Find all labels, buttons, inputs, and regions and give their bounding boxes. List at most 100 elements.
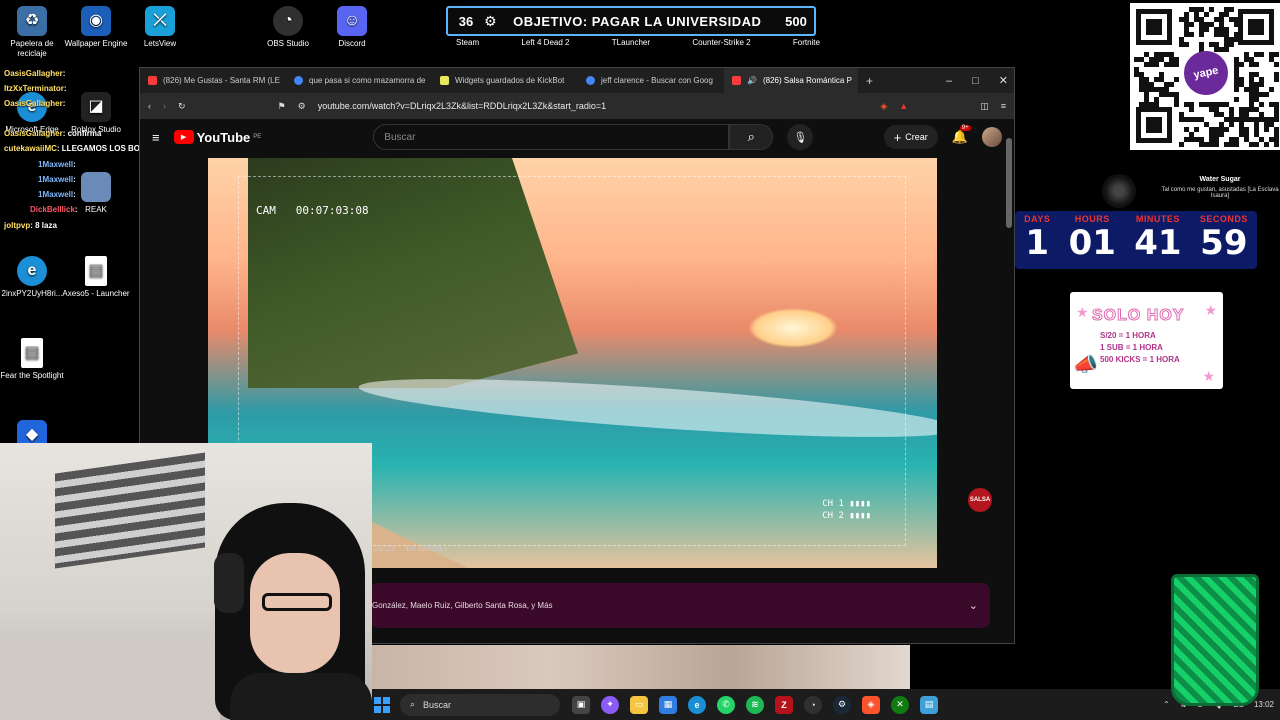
obs-icon[interactable]: ◔: [804, 695, 822, 714]
bookmark-icon[interactable]: ⚑: [278, 101, 286, 112]
search-icon[interactable]: ⌕: [729, 124, 774, 150]
page-scrollbar[interactable]: [1006, 138, 1012, 228]
search-icon: ⌕: [410, 699, 416, 709]
cup-overlay: [1171, 574, 1259, 706]
rewards-icon[interactable]: ▲: [899, 101, 908, 111]
taskbar-search[interactable]: ⌕ Buscar: [400, 693, 560, 716]
desktop-icon-recycle-bin[interactable]: ♻ Papelera de reciclaje: [0, 4, 68, 59]
back-icon[interactable]: ‹: [148, 101, 151, 111]
taskbar-apps: ▣ ✦ ▭ ▦ e ✆ ≋ Z ◔ ⚙ ◈ ✕ ▤: [572, 695, 938, 714]
desktop-icon-edge-shortcut[interactable]: e 2inxPY2UyH8ri...: [0, 254, 68, 299]
tab-jeff-clarence[interactable]: jeff clarence - Buscar con Goog: [578, 68, 724, 93]
brave-shield-icon[interactable]: ◈: [880, 101, 887, 112]
filezilla-icon[interactable]: Z: [775, 695, 793, 714]
windows-start-icon[interactable]: [374, 696, 390, 713]
playlist-text: González, Maelo Ruiz, Gilberto Santa Ros…: [372, 601, 553, 610]
microphone-icon[interactable]: 🎙: [787, 124, 814, 150]
maximize-button[interactable]: □: [972, 75, 979, 87]
desktop-icon-wallpaper-engine[interactable]: ◉ Wallpaper Engine: [60, 4, 132, 49]
qr-module: [1264, 142, 1269, 147]
pinned-steam[interactable]: Steam: [456, 38, 479, 47]
solo-hoy-card: ★ ★ ★ SOLO HOY S/20 = 1 HORA 1 SUB = 1 H…: [1070, 292, 1223, 389]
video-controls[interactable]: 1:31:13 En directo ›: [368, 544, 447, 553]
countdown-minutes: MINUTES 41: [1134, 214, 1182, 263]
file-explorer-icon[interactable]: ▭: [630, 695, 648, 714]
qr-finder-core: [1146, 117, 1162, 133]
roblox-studio-icon: ◪: [81, 92, 111, 122]
tab-salsa-romantica[interactable]: 🔊(826) Salsa Romántica P✕: [724, 68, 858, 93]
chat-line: OasisGallagher:: [4, 99, 66, 108]
extensions-icon[interactable]: ◫: [980, 101, 989, 112]
notifications-bell-icon[interactable]: 🔔 9+: [952, 125, 971, 145]
desktop-icon-axeso5[interactable]: ▤ Axeso5 - Launcher: [60, 254, 132, 299]
steam-icon: ⚙: [484, 12, 497, 29]
tab-kickbot[interactable]: Widgets guardados de KickBot: [432, 68, 578, 93]
notepad-icon[interactable]: ▤: [920, 695, 938, 714]
qr-module: [1189, 107, 1194, 112]
tab-mazamorra[interactable]: que pasa si como mazamorra de: [286, 68, 432, 93]
desktop-icon-fear-spotlight[interactable]: ▤ Fear the Spotlight: [0, 336, 68, 381]
qr-finder-core: [1146, 19, 1162, 35]
site-info-icon[interactable]: ⚙: [298, 101, 306, 112]
salsa-channel-badge[interactable]: SALSA: [968, 488, 992, 512]
forward-icon[interactable]: ›: [163, 101, 166, 111]
qr-module: [1174, 102, 1179, 107]
chevron-up-icon[interactable]: ⌃: [1163, 700, 1170, 709]
youtube-search-input[interactable]: Buscar: [373, 124, 730, 150]
countdown-days: DAYS 1: [1024, 214, 1051, 263]
qr-module: [1274, 117, 1279, 122]
reload-icon[interactable]: ↻: [178, 101, 186, 112]
url-field[interactable]: youtube.com/watch?v=DLriqx2L3Zk&list=RDD…: [318, 101, 869, 111]
pinned-cs2[interactable]: Counter-Strike 2: [692, 38, 750, 47]
chat-line: 1Maxwell:: [38, 190, 76, 199]
brave-icon[interactable]: ◈: [862, 695, 880, 714]
store-icon[interactable]: ▦: [659, 695, 677, 714]
menu-icon[interactable]: ≡: [1001, 101, 1006, 111]
new-tab-button[interactable]: +: [866, 74, 873, 88]
desktop-icon-letsview[interactable]: ⤫ LetsView: [124, 4, 196, 49]
pinned-l4d2[interactable]: Left 4 Dead 2: [521, 38, 569, 47]
notification-badge: 9+: [959, 125, 971, 131]
song-title: Water Sugar: [1199, 176, 1241, 183]
pinned-tlauncher[interactable]: TLauncher: [612, 38, 650, 47]
desktop-icon-discord[interactable]: ☺ Discord: [316, 4, 388, 49]
tab-me-gustas[interactable]: (826) Me Gustas - Santa RM (LE: [140, 68, 286, 93]
cam-overlay: CAM 00:07:03:08: [256, 204, 369, 217]
task-view-icon[interactable]: ▣: [572, 695, 590, 714]
chat-line: 1Maxwell:: [38, 160, 76, 169]
desktop-icon-label: Axeso5 - Launcher: [62, 289, 130, 298]
qr-module: [1274, 52, 1279, 57]
avatar[interactable]: [982, 127, 1002, 147]
qr-module: [1184, 42, 1189, 47]
stream-goal-bar: 36 ⚙ OBJETIVO: PAGAR LA UNIVERSIDAD 500: [446, 6, 816, 36]
desktop-icon-label: Discord: [338, 39, 366, 48]
qr-module: [1229, 122, 1234, 127]
playlist-panel[interactable]: González, Maelo Ruiz, Gilberto Santa Ros…: [370, 583, 990, 628]
obs-icon: ◔: [273, 6, 303, 36]
desktop-icon-label: Fear the Spotlight: [0, 371, 64, 380]
kickbot-favicon-icon: [440, 76, 449, 85]
letsview-icon: ⤫: [145, 6, 175, 36]
xbox-icon[interactable]: ✕: [891, 695, 909, 714]
youtube-logo[interactable]: ▶ YouTube PE: [173, 130, 261, 145]
hamburger-icon[interactable]: ≡: [152, 130, 160, 145]
whatsapp-icon[interactable]: ✆: [717, 695, 735, 714]
pinned-fortnite[interactable]: Fortnite: [793, 38, 820, 47]
live-chip[interactable]: En directo ›: [406, 544, 447, 553]
qr-module: [1174, 62, 1179, 67]
spotify-icon[interactable]: ≋: [746, 695, 764, 714]
copilot-icon[interactable]: ✦: [601, 695, 619, 714]
qr-module: [1174, 77, 1179, 82]
edge-icon[interactable]: e: [688, 695, 706, 714]
create-button[interactable]: + Crear: [883, 125, 938, 149]
steam-icon[interactable]: ⚙: [833, 695, 851, 714]
desktop-icon-obs[interactable]: ◔ OBS Studio: [252, 4, 324, 49]
minimize-button[interactable]: –: [946, 75, 952, 87]
close-window-button[interactable]: ✕: [999, 74, 1008, 87]
chevron-down-icon[interactable]: ⌄: [969, 599, 978, 612]
qr-module: [1204, 12, 1209, 17]
megaphone-icon: 📣: [1073, 354, 1098, 376]
clock[interactable]: 13:02: [1254, 700, 1274, 709]
qr-module: [1254, 142, 1259, 147]
qr-module: [1234, 97, 1239, 102]
